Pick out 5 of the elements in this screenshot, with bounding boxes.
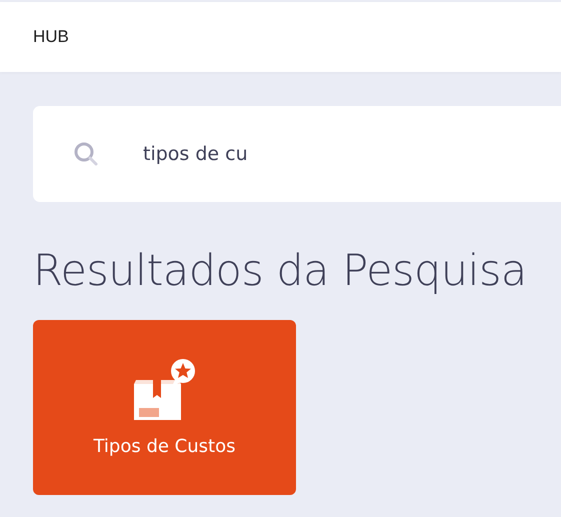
app-title: HUB [33, 27, 69, 47]
result-tile[interactable]: Tipos de Custos [33, 320, 296, 495]
search-icon [73, 141, 99, 167]
search-input[interactable]: tipos de cu [143, 143, 503, 165]
results-heading: Resultados da Pesquisa [33, 246, 528, 296]
